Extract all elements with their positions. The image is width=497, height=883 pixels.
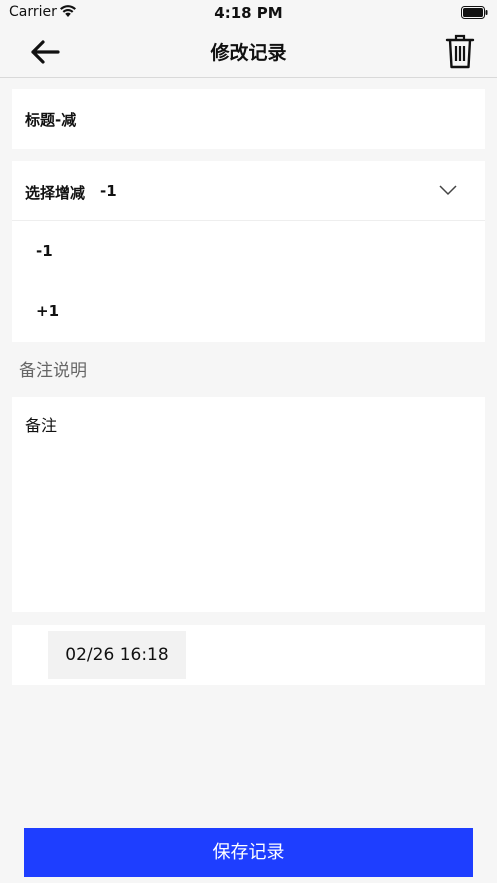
remark-input[interactable]: 备注 — [12, 397, 485, 612]
date-card: 02/26 16:18 — [12, 625, 485, 685]
change-type-label: 选择增减 — [25, 184, 86, 202]
chevron-down-icon — [439, 185, 457, 196]
change-type-select: 选择增减 -1 -1 +1 — [12, 161, 485, 342]
change-type-value: -1 — [100, 182, 117, 200]
date-picker-button[interactable]: 02/26 16:18 — [48, 631, 186, 679]
remark-section-label: 备注说明 — [19, 361, 87, 381]
page-title: 修改记录 — [210, 42, 287, 64]
title-field[interactable]: 标题-减 — [12, 89, 485, 149]
status-bar: Carrier 4:18 PM — [0, 0, 497, 26]
delete-button[interactable] — [445, 34, 475, 70]
trash-icon — [445, 34, 475, 69]
remark-card: 备注 — [12, 397, 485, 612]
navigation-bar: 修改记录 — [0, 26, 497, 78]
save-button[interactable]: 保存记录 — [24, 828, 473, 877]
option-plus-one[interactable]: +1 — [12, 282, 485, 342]
option-label: +1 — [36, 302, 60, 320]
clock: 4:18 PM — [214, 4, 283, 22]
title-field-value: 标题-减 — [25, 111, 77, 129]
change-type-dropdown[interactable]: 选择增减 -1 — [12, 161, 485, 221]
option-label: -1 — [36, 242, 53, 260]
option-minus-one[interactable]: -1 — [12, 222, 485, 282]
battery-icon — [461, 6, 488, 19]
